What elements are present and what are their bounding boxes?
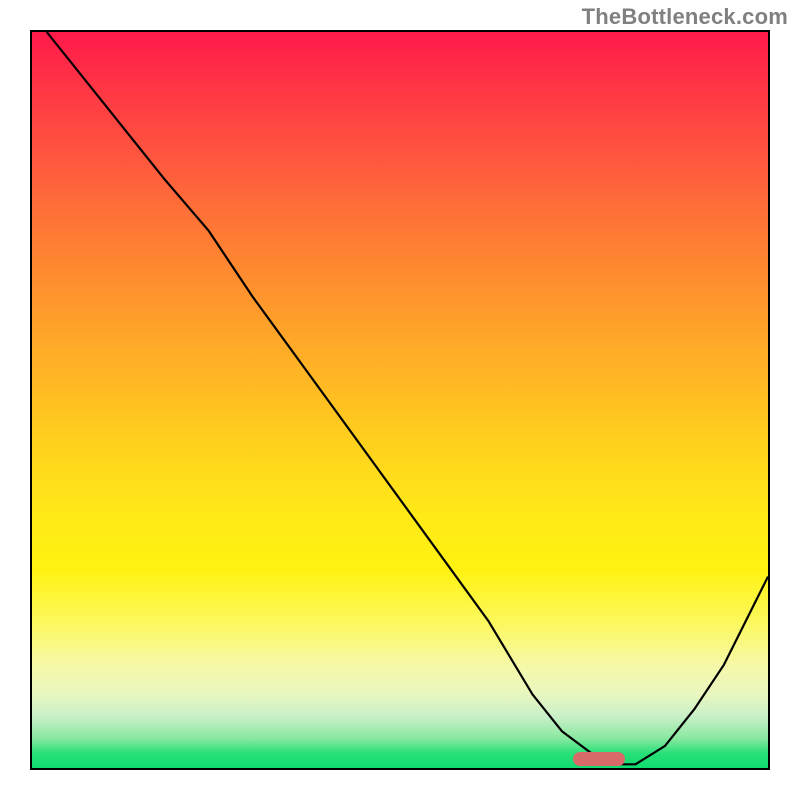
bottleneck-curve <box>32 32 768 768</box>
plot-area <box>30 30 770 770</box>
watermark-text: TheBottleneck.com <box>582 4 788 30</box>
optimal-marker <box>573 752 625 766</box>
